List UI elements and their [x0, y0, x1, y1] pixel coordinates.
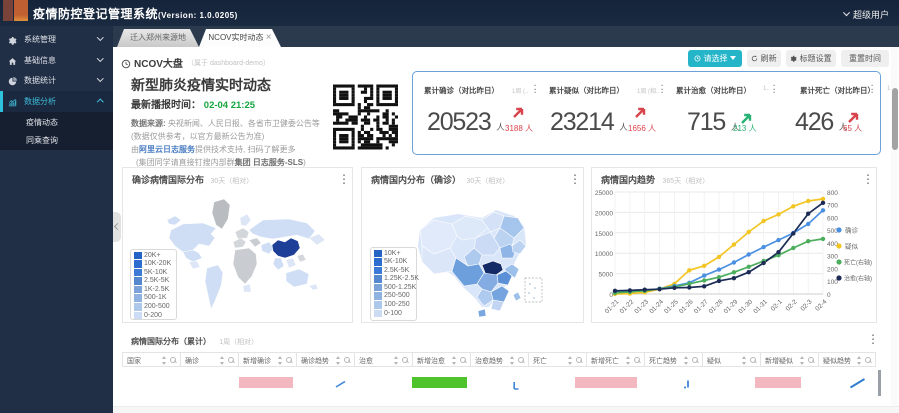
svg-text:600: 600 [827, 216, 838, 223]
svg-text:01-27: 01-27 [693, 298, 710, 315]
svg-text:300: 300 [827, 254, 838, 261]
svg-text:01-31: 01-31 [752, 298, 769, 315]
svg-text:5000: 5000 [599, 272, 614, 279]
svg-text:疑似: 疑似 [845, 242, 859, 251]
svg-text:10000: 10000 [595, 251, 613, 258]
svg-text:02-1: 02-1 [770, 298, 784, 312]
svg-text:15000: 15000 [595, 231, 613, 238]
svg-text:0: 0 [609, 292, 613, 299]
svg-text:01-26: 01-26 [678, 298, 695, 315]
svg-text:01-24: 01-24 [648, 298, 665, 315]
svg-text:02-2: 02-2 [785, 298, 799, 312]
svg-text:01-30: 01-30 [737, 298, 754, 315]
svg-text:01-23: 01-23 [633, 298, 650, 315]
svg-text:01-28: 01-28 [708, 298, 725, 315]
svg-text:0: 0 [827, 292, 831, 299]
svg-text:800: 800 [827, 190, 838, 197]
svg-text:02-4: 02-4 [814, 298, 828, 312]
svg-text:400: 400 [827, 241, 838, 248]
svg-text:700: 700 [827, 203, 838, 210]
svg-text:治愈(右轴): 治愈(右轴) [844, 275, 872, 283]
svg-text:01-21: 01-21 [604, 298, 621, 315]
svg-text:01-22: 01-22 [619, 298, 636, 315]
svg-text:01-25: 01-25 [663, 298, 680, 315]
svg-text:200: 200 [827, 267, 838, 274]
svg-text:01-29: 01-29 [723, 298, 740, 315]
svg-text:确诊: 确诊 [845, 226, 859, 235]
svg-text:02-3: 02-3 [799, 298, 813, 312]
svg-text:25000: 25000 [595, 190, 613, 197]
svg-text:死亡(右轴): 死亡(右轴) [844, 259, 872, 267]
svg-text:100: 100 [827, 279, 838, 286]
svg-text:20000: 20000 [595, 210, 613, 217]
